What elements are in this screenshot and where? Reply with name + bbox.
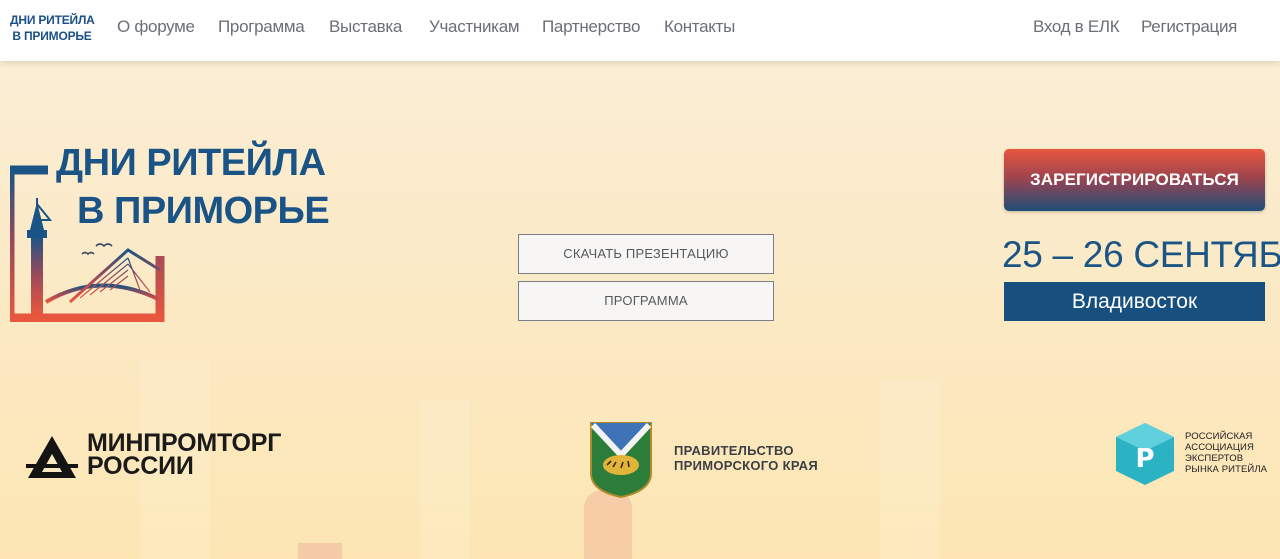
background-building — [880, 380, 940, 559]
svg-text:Р: Р — [1135, 444, 1154, 474]
event-city: Владивосток — [1004, 282, 1265, 321]
nav-logo-line1: ДНИ РИТЕЙЛА — [10, 13, 95, 27]
nav-item-partnership[interactable]: Партнерство — [542, 17, 640, 37]
nav-item-program[interactable]: Программа — [218, 17, 305, 37]
minpromtorg-logo-icon — [26, 436, 78, 478]
top-navigation: ДНИ РИТЕЙЛА В ПРИМОРЬЕ О форуме Программ… — [0, 0, 1280, 61]
nav-logo-line2: В ПРИМОРЬЕ — [12, 29, 92, 43]
nav-logo[interactable]: ДНИ РИТЕЙЛА В ПРИМОРЬЕ — [10, 12, 95, 44]
rarae-line4: РЫНКА РИТЕЙЛА — [1185, 464, 1268, 475]
event-dates: 25 – 26 СЕНТЯБРЯ — [1002, 234, 1280, 275]
login-link[interactable]: Вход в ЕЛК — [1033, 17, 1120, 37]
background-building — [420, 400, 470, 559]
program-button[interactable]: ПРОГРАММА — [518, 281, 774, 321]
gov-line2: ПРИМОРСКОГО КРАЯ — [674, 458, 818, 473]
nav-item-about[interactable]: О форуме — [117, 17, 195, 37]
rarae-logo-icon[interactable]: Р — [1112, 421, 1178, 487]
seagull-icon — [81, 243, 113, 256]
partner-rarae[interactable]: РОССИЙСКАЯ АССОЦИАЦИЯ ЭКСПЕРТОВ РЫНКА РИ… — [1185, 431, 1267, 475]
partner-primorye-government[interactable]: ПРАВИТЕЛЬСТВО ПРИМОРСКОГО КРАЯ — [674, 443, 818, 473]
background-block — [298, 543, 342, 559]
rarae-line3: ЭКСПЕРТОВ — [1185, 453, 1244, 464]
nav-item-contacts[interactable]: Контакты — [664, 17, 735, 37]
download-presentation-button[interactable]: СКАЧАТЬ ПРЕЗЕНТАЦИЮ — [518, 234, 774, 274]
register-link[interactable]: Регистрация — [1141, 17, 1237, 37]
rarae-line1: РОССИЙСКАЯ — [1185, 431, 1253, 442]
event-title-line1: ДНИ РИТЕЙЛА — [56, 142, 326, 184]
minpromtorg-name: МИНПРОМТОРГ РОССИИ — [87, 431, 281, 480]
nav-item-exhibition[interactable]: Выставка — [329, 17, 402, 37]
register-button[interactable]: ЗАРЕГИСТРИРОВАТЬСЯ — [1004, 149, 1265, 211]
event-title-line2: В ПРИМОРЬЕ — [77, 190, 330, 232]
minpromtorg-line2: РОССИИ — [87, 452, 194, 480]
primorye-coat-of-arms-icon[interactable] — [589, 421, 653, 499]
gov-line1: ПРАВИТЕЛЬСТВО — [674, 443, 794, 458]
rarae-line2: АССОЦИАЦИЯ — [1185, 442, 1254, 453]
background-figure — [584, 490, 632, 559]
nav-item-participants[interactable]: Участникам — [429, 17, 520, 37]
bridge-icon — [44, 248, 161, 314]
event-logo: ДНИ РИТЕЙЛА В ПРИМОРЬЕ — [10, 140, 330, 322]
lighthouse-icon — [27, 198, 53, 314]
